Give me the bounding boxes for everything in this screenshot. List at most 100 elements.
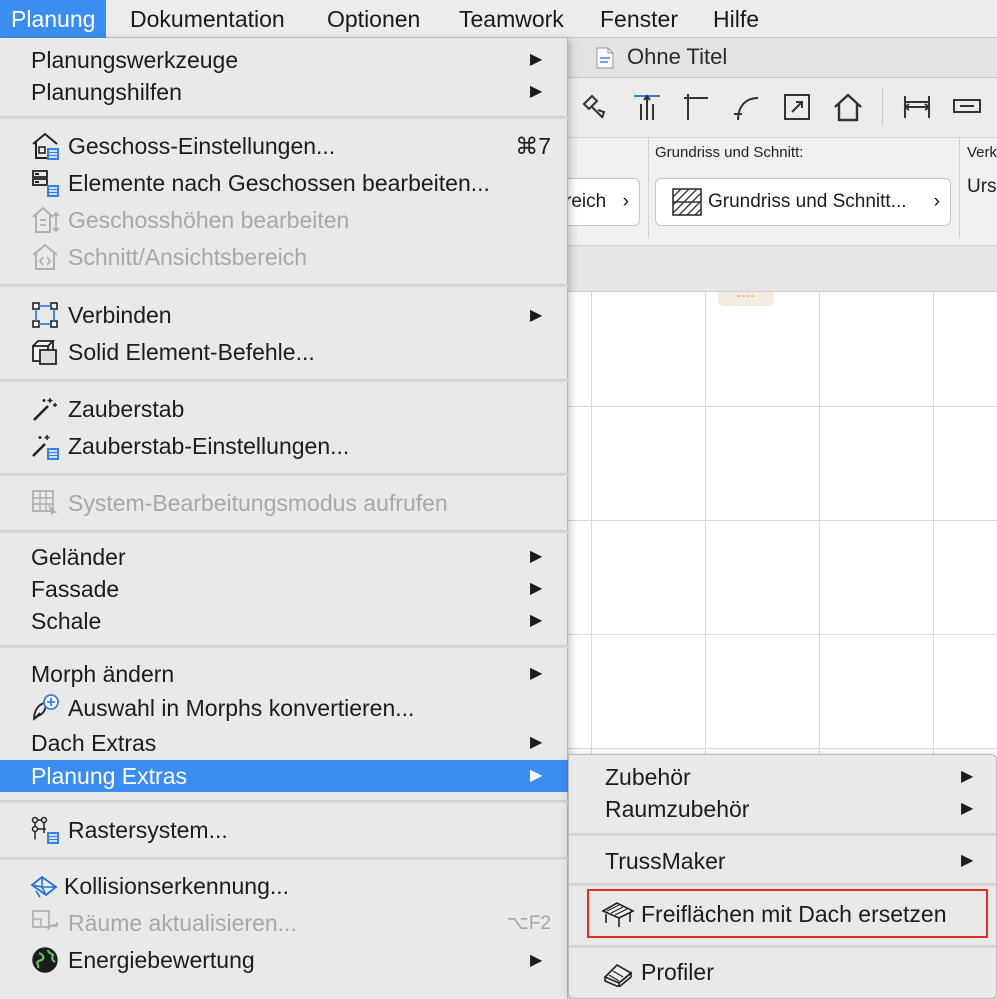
menu-item-label: Elemente nach Geschossen bearbeiten... bbox=[68, 170, 490, 196]
collision-detection-icon bbox=[30, 871, 58, 901]
menu-item-gelaender[interactable]: Geländer ▶ bbox=[0, 541, 568, 573]
chevron-right-icon: › bbox=[933, 191, 940, 212]
submenu-arrow-icon: ▶ bbox=[530, 51, 543, 68]
canvas-marker: ---- bbox=[718, 292, 774, 306]
tab-strip bbox=[568, 246, 997, 292]
elevation-icon[interactable] bbox=[630, 90, 664, 124]
menu-item-label: Solid Element-Befehle... bbox=[68, 339, 315, 365]
grid-line bbox=[568, 406, 997, 407]
menu-separator bbox=[0, 116, 568, 119]
planung-menu: Planungswerkzeuge ▶ Planungshilfen ▶ Ges… bbox=[0, 38, 568, 999]
menu-item-solid-element-befehle[interactable]: Solid Element-Befehle... bbox=[0, 334, 568, 371]
arc-icon[interactable] bbox=[730, 90, 764, 124]
floor-plan-section-label: Grundriss und Schnitt: bbox=[655, 144, 804, 161]
menu-item-energiebewertung[interactable]: Energiebewertung ▶ bbox=[0, 942, 568, 979]
submenu-item-profiler[interactable]: Profiler bbox=[569, 954, 996, 991]
menu-item-label: Energiebewertung bbox=[68, 947, 255, 973]
menu-item-kollisionserkennung[interactable]: Kollisionserkennung... bbox=[0, 868, 568, 905]
menu-item-planungshilfen[interactable]: Planungshilfen ▶ bbox=[0, 76, 568, 108]
submenu-arrow-icon: ▶ bbox=[530, 767, 543, 784]
submenu-item-raumzubehoer[interactable]: Raumzubehör ▶ bbox=[569, 793, 996, 825]
menu-item-label: System-Bearbeitungsmodus aufrufen bbox=[68, 490, 448, 516]
submenu-arrow-icon: ▶ bbox=[530, 580, 543, 597]
shortcut-label: ⌘7 bbox=[515, 133, 551, 159]
submenu-item-label: Zubehör bbox=[605, 764, 691, 790]
chevron-right-icon: › bbox=[622, 191, 629, 212]
grid-line bbox=[568, 748, 997, 749]
menu-item-label: Rastersystem... bbox=[68, 817, 228, 843]
resize-box-icon[interactable] bbox=[780, 90, 814, 124]
planung-extras-submenu: Zubehör ▶ Raumzubehör ▶ TrussMaker ▶ Fre… bbox=[568, 754, 997, 999]
menu-item-label: Morph ändern bbox=[31, 661, 175, 687]
menu-item-auswahl-in-morphs[interactable]: Auswahl in Morphs konvertieren... bbox=[0, 690, 568, 727]
menu-item-label: Fassade bbox=[31, 576, 120, 602]
menu-item-label: Räume aktualisieren... bbox=[68, 910, 297, 936]
submenu-arrow-icon: ▶ bbox=[530, 83, 543, 100]
story-heights-icon bbox=[30, 205, 60, 235]
menu-item-morph-aendern[interactable]: Morph ändern ▶ bbox=[0, 658, 568, 690]
menu-item-schnitt-ansichtsbereich[interactable]: Schnitt/Ansichtsbereich bbox=[0, 239, 568, 276]
connect-icon bbox=[30, 300, 60, 330]
submenu-item-trussmaker[interactable]: TrussMaker ▶ bbox=[569, 845, 996, 877]
menu-separator bbox=[569, 883, 996, 886]
menubar-hilfe[interactable]: Hilfe bbox=[702, 0, 770, 38]
scope-button-label: reich bbox=[565, 191, 607, 212]
menu-item-rastersystem[interactable]: Rastersystem... bbox=[0, 812, 568, 849]
menu-item-dach-extras[interactable]: Dach Extras ▶ bbox=[0, 727, 568, 759]
menu-item-verbinden[interactable]: Verbinden ▶ bbox=[0, 297, 568, 334]
pick-up-icon[interactable] bbox=[578, 90, 612, 124]
home-icon[interactable] bbox=[831, 90, 865, 124]
submenu-arrow-icon: ▶ bbox=[961, 768, 974, 785]
convert-to-morph-icon bbox=[30, 693, 60, 723]
menu-separator bbox=[569, 833, 996, 836]
menu-item-geschosshoehen[interactable]: Geschosshöhen bearbeiten bbox=[0, 202, 568, 239]
menu-item-zauberstab-einstellungen[interactable]: Zauberstab-Einstellungen... bbox=[0, 428, 568, 465]
system-edit-icon bbox=[30, 488, 60, 518]
menubar-dokumentation[interactable]: Dokumentation bbox=[119, 0, 296, 38]
right-section-label: Verk bbox=[967, 144, 997, 161]
submenu-item-zubehoer[interactable]: Zubehör ▶ bbox=[569, 761, 996, 793]
grid-system-icon bbox=[30, 815, 60, 845]
menu-item-label: Dach Extras bbox=[31, 730, 157, 756]
menu-item-planung-extras[interactable]: Planung Extras ▶ bbox=[0, 760, 568, 792]
window-tool-icon[interactable] bbox=[950, 90, 984, 124]
menu-item-planungswerkzeuge[interactable]: Planungswerkzeuge ▶ bbox=[0, 44, 568, 76]
magic-wand-settings-icon bbox=[30, 431, 60, 461]
submenu-arrow-icon: ▶ bbox=[961, 800, 974, 817]
menubar-planung[interactable]: Planung bbox=[0, 0, 107, 38]
menu-separator bbox=[569, 945, 996, 948]
menu-separator bbox=[0, 379, 568, 382]
menu-item-label: Geschosshöhen bearbeiten bbox=[68, 207, 350, 233]
corner-icon[interactable] bbox=[680, 90, 714, 124]
menu-item-zauberstab[interactable]: Zauberstab bbox=[0, 391, 568, 428]
floor-plan-section-button[interactable]: Grundriss und Schnitt... › bbox=[655, 178, 951, 226]
menu-item-system-bearbeitungsmodus[interactable]: System-Bearbeitungsmodus aufrufen bbox=[0, 485, 568, 522]
menu-separator bbox=[0, 530, 568, 533]
toolbar-separator bbox=[882, 88, 883, 126]
menu-item-label: Zauberstab-Einstellungen... bbox=[68, 433, 350, 459]
menu-item-raeume-aktualisieren[interactable]: Räume aktualisieren... ⌥F2 bbox=[0, 905, 568, 942]
dimension-icon[interactable] bbox=[900, 90, 934, 124]
menubar-optionen[interactable]: Optionen bbox=[316, 0, 431, 38]
submenu-arrow-icon: ▶ bbox=[530, 665, 543, 682]
window-titlebar: Ohne Titel bbox=[568, 38, 997, 78]
menubar-teamwork[interactable]: Teamwork bbox=[448, 0, 575, 38]
submenu-arrow-icon: ▶ bbox=[530, 612, 543, 629]
highlight-box bbox=[587, 889, 988, 938]
menubar-fenster[interactable]: Fenster bbox=[589, 0, 689, 38]
window-title: Ohne Titel bbox=[627, 44, 728, 69]
toolbar bbox=[568, 78, 997, 138]
magic-wand-icon bbox=[30, 394, 60, 424]
submenu-item-label: Raumzubehör bbox=[605, 796, 750, 822]
menu-separator bbox=[0, 473, 568, 476]
menu-item-fassade[interactable]: Fassade ▶ bbox=[0, 573, 568, 605]
menu-item-elemente-nach-geschossen[interactable]: Elemente nach Geschossen bearbeiten... bbox=[0, 165, 568, 202]
section-view-icon bbox=[30, 242, 60, 272]
scope-button[interactable]: reich › bbox=[558, 178, 640, 226]
menu-item-geschoss-einstellungen[interactable]: Geschoss-Einstellungen... ⌘7 bbox=[0, 128, 568, 165]
menu-separator bbox=[0, 645, 568, 648]
menu-item-schale[interactable]: Schale ▶ bbox=[0, 605, 568, 637]
submenu-item-label: Profiler bbox=[641, 959, 714, 985]
submenu-arrow-icon: ▶ bbox=[530, 734, 543, 751]
submenu-item-label: TrussMaker bbox=[605, 848, 726, 874]
